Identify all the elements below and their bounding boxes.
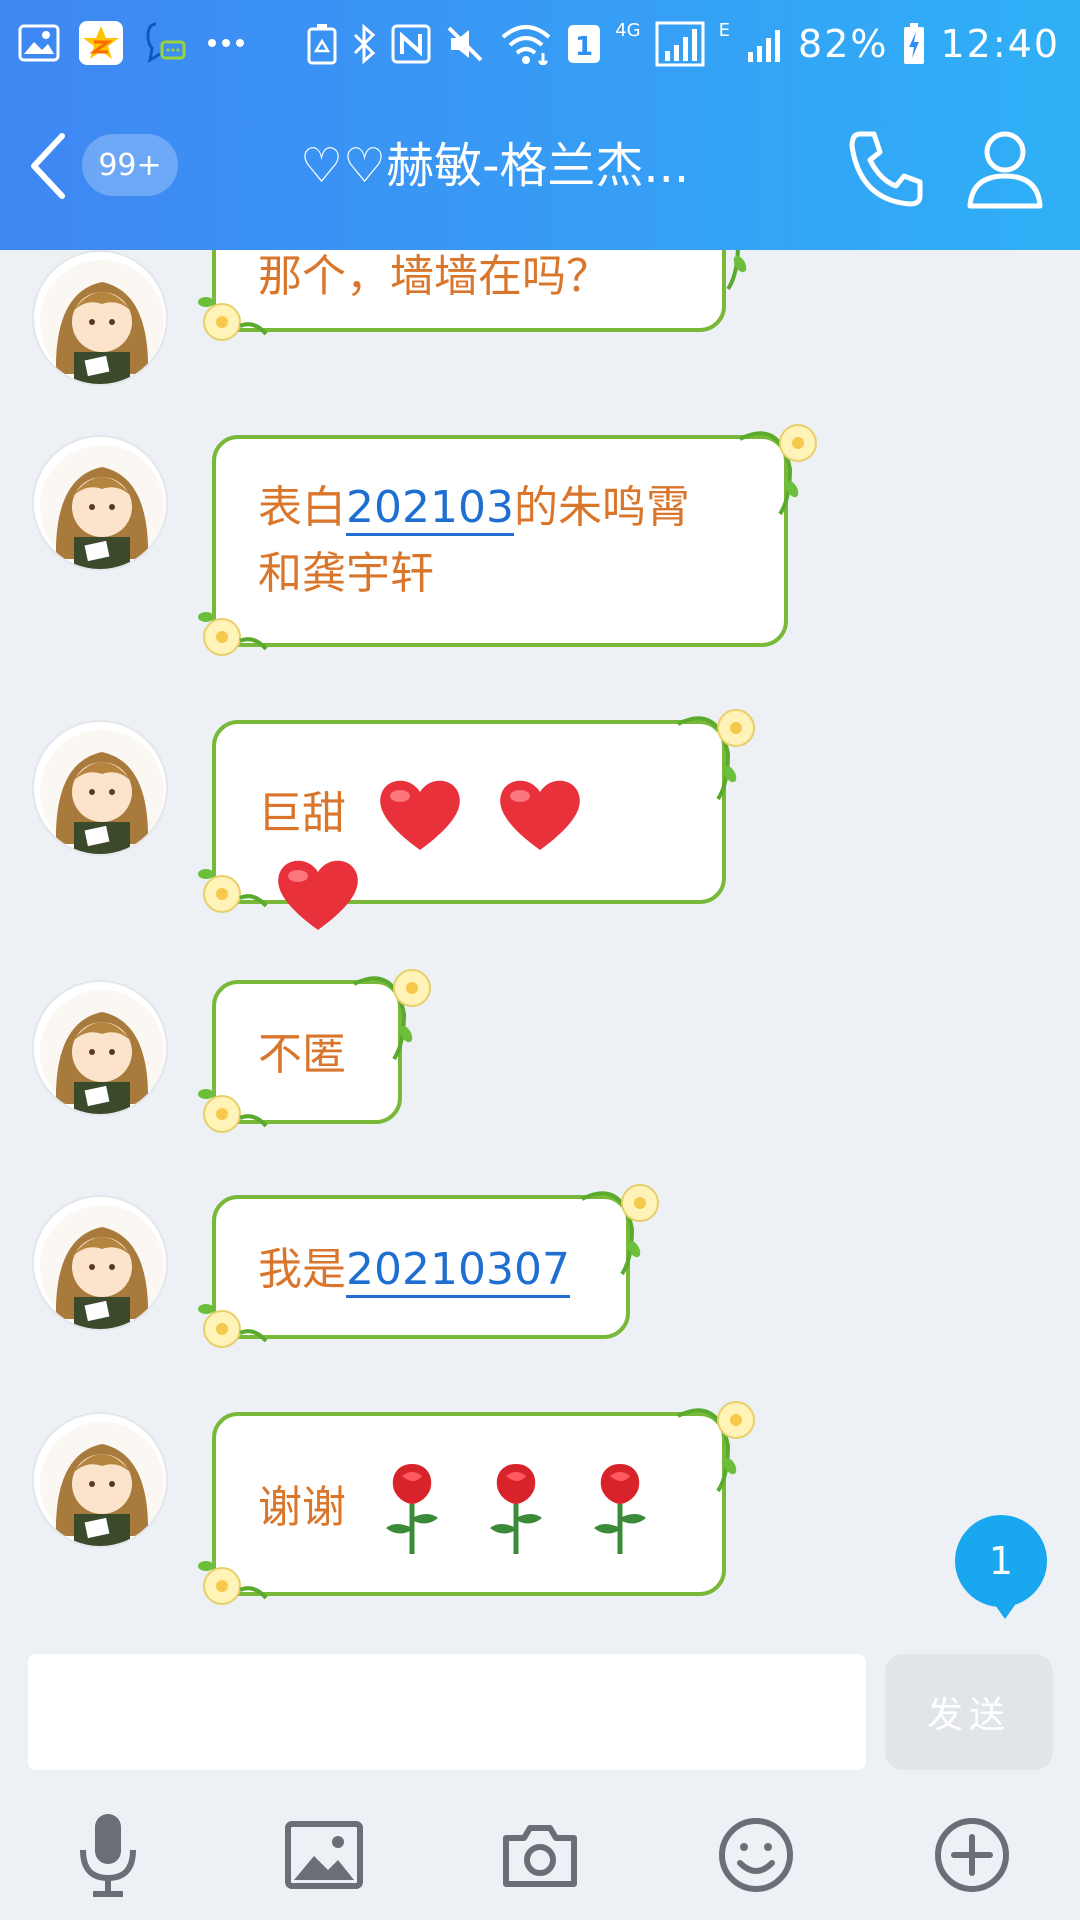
vine-decoration-icon	[739, 424, 817, 516]
message-link[interactable]: 20210307	[346, 1244, 570, 1298]
rose-emoji-icon	[490, 1464, 542, 1554]
battery-percent: 82%	[798, 22, 889, 66]
message-bubble[interactable]: 不匿	[198, 969, 431, 1133]
recycle-icon	[307, 23, 337, 65]
vine-decoration-icon	[726, 250, 747, 291]
vine-decoration-icon	[581, 1184, 659, 1276]
clock: 12:40	[940, 22, 1060, 66]
vine-decoration-icon	[677, 709, 755, 801]
chat-title: ♡♡赫敏-格兰杰...	[300, 138, 690, 194]
more-button[interactable]	[917, 1800, 1027, 1910]
message-bubble[interactable]: 那个，墙墙在吗？	[198, 250, 747, 341]
emoji-button[interactable]	[701, 1800, 811, 1910]
network-e-label: E	[718, 19, 731, 41]
title-bar: 99+ ♡♡赫敏-格兰杰...	[0, 96, 1080, 236]
message-text-prefix: 我是	[258, 1244, 346, 1295]
top-bar: 1 4G E 82% 12:40 99+ ♡♡赫敏-格兰杰...	[0, 0, 1080, 250]
message-link[interactable]: 202103	[346, 482, 514, 536]
input-area: 发送	[0, 1640, 1080, 1770]
avatar[interactable]	[32, 1195, 168, 1331]
heart-emoji-icon	[380, 780, 460, 850]
new-message-indicator[interactable]: 1	[955, 1515, 1047, 1619]
vine-decoration-icon	[677, 1401, 755, 1493]
avatar[interactable]	[32, 435, 168, 571]
microphone-icon	[80, 1814, 136, 1897]
network-4g-label: 4G	[615, 19, 641, 41]
message-text: 不匿	[258, 1029, 346, 1080]
wifi-icon	[499, 23, 553, 65]
mute-icon	[445, 24, 485, 64]
message-input[interactable]	[28, 1654, 866, 1770]
rose-emoji-icon	[594, 1464, 646, 1554]
rose-emoji-icon	[386, 1464, 438, 1554]
signal-icon-2	[744, 24, 784, 64]
flower-decoration-icon	[198, 1304, 268, 1348]
heart-emoji-icon	[500, 780, 580, 850]
flower-decoration-icon	[198, 1089, 268, 1133]
qzone-star-icon	[78, 20, 124, 66]
back-button[interactable]	[20, 126, 80, 206]
message-text-line2: 和龚宇轩	[258, 548, 434, 599]
image-icon	[285, 1821, 363, 1889]
unread-count-badge[interactable]: 99+	[82, 134, 178, 196]
signal-icon	[655, 21, 705, 67]
message-bubble[interactable]: 我是20210307	[198, 1184, 659, 1348]
qq-message-icon	[142, 20, 188, 66]
flower-decoration-icon	[198, 612, 268, 656]
profile-button[interactable]	[960, 124, 1050, 214]
person-icon	[967, 131, 1043, 209]
flower-decoration-icon	[198, 1561, 268, 1605]
heart-emoji-icon	[278, 860, 358, 930]
bluetooth-icon	[351, 23, 377, 65]
camera-button[interactable]	[485, 1800, 595, 1910]
message-list[interactable]: 那个，墙墙在吗？ 表白202103的朱鸣霄 和龚宇轩 巨甜 不匿 我是20210…	[0, 250, 1080, 1640]
avatar[interactable]	[32, 1412, 168, 1548]
message-text: 那个，墙墙在吗？	[258, 251, 610, 302]
send-button[interactable]: 发送	[885, 1654, 1053, 1770]
svg-text:1: 1	[575, 32, 593, 62]
message-text-suffix: 的朱鸣霄	[513, 482, 690, 533]
emoji-icon	[719, 1818, 793, 1892]
message-bubble[interactable]: 巨甜	[198, 709, 755, 930]
camera-icon	[503, 1825, 577, 1887]
battery-charging-icon	[902, 22, 926, 66]
image-button[interactable]	[269, 1800, 379, 1910]
vine-decoration-icon	[353, 969, 431, 1061]
avatar[interactable]	[32, 720, 168, 856]
gallery-icon	[18, 24, 60, 62]
voice-button[interactable]	[53, 1800, 163, 1910]
status-bar: 1 4G E 82% 12:40	[0, 0, 1080, 90]
avatar[interactable]	[32, 250, 168, 386]
avatar[interactable]	[32, 980, 168, 1116]
message-bubble[interactable]: 表白202103的朱鸣霄 和龚宇轩	[198, 424, 817, 656]
more-dots-icon	[206, 37, 246, 49]
input-toolbar	[0, 1790, 1080, 1920]
plus-icon	[935, 1818, 1009, 1892]
message-text: 巨甜	[258, 788, 346, 839]
nfc-icon	[391, 24, 431, 64]
message-text: 谢谢	[258, 1482, 346, 1533]
call-button[interactable]	[840, 124, 930, 214]
phone-icon	[849, 131, 923, 207]
message-bubble[interactable]: 谢谢	[198, 1401, 755, 1605]
chevron-left-icon	[31, 133, 65, 199]
sim1-badge: 1	[567, 24, 601, 64]
flower-decoration-icon	[198, 869, 268, 913]
message-text-prefix: 表白	[258, 482, 346, 533]
